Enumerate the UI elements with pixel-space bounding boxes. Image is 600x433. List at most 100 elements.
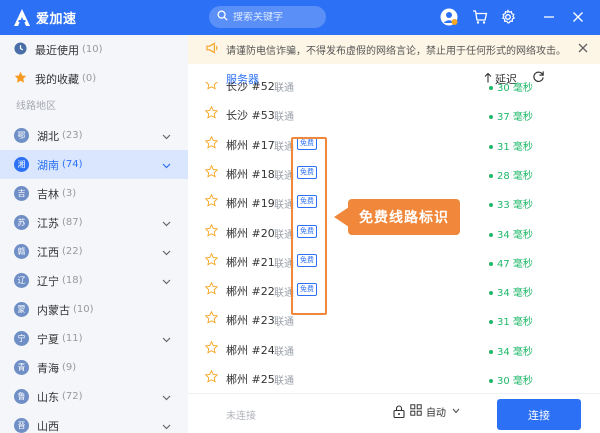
sidebar-item-province[interactable]: 鄂湖北 (23): [0, 121, 188, 150]
sidebar-item-province[interactable]: 宁宁夏 (11): [0, 324, 188, 353]
settings-gear-icon[interactable]: [499, 8, 517, 26]
chevron-down-icon[interactable]: [162, 130, 171, 140]
latency-value: 31 毫秒: [497, 141, 533, 153]
favorite-star-icon[interactable]: [204, 105, 219, 122]
sidebar-item-count: (87): [62, 217, 83, 228]
sidebar-item-province[interactable]: 湘湖南 (74): [0, 150, 188, 179]
server-latency: 34 毫秒: [489, 284, 533, 299]
favorite-star-icon[interactable]: [204, 340, 219, 357]
search-input[interactable]: [233, 11, 321, 23]
latency-dot-icon: [489, 320, 493, 325]
title-bar: 爱加速: [0, 0, 600, 35]
chevron-down-icon[interactable]: [162, 391, 171, 401]
connect-button[interactable]: 连接: [497, 399, 581, 430]
server-name: 长沙 #52: [226, 82, 275, 93]
chevron-down-icon: [452, 406, 460, 417]
favorite-star-icon[interactable]: [204, 193, 219, 210]
close-notice-icon[interactable]: [578, 43, 588, 56]
sidebar-item-province[interactable]: 赣江西 (22): [0, 237, 188, 266]
server-name: 郴州 #22: [226, 285, 275, 299]
chevron-down-icon[interactable]: [162, 246, 171, 256]
sidebar-item-count: (18): [62, 275, 83, 286]
server-row[interactable]: 郴州 #21 联通 免费 47 毫秒: [188, 246, 600, 275]
avatar-icon[interactable]: [440, 8, 458, 26]
latency-value: 47 毫秒: [497, 258, 533, 270]
server-latency: 28 毫秒: [489, 167, 533, 182]
chevron-down-icon[interactable]: [162, 420, 171, 430]
sidebar-item-recent[interactable]: 最近使用 (10): [0, 35, 188, 64]
mode-label: 自动: [426, 408, 446, 419]
chevron-down-icon[interactable]: [162, 333, 171, 343]
sidebar-item-label: 江西: [37, 245, 59, 259]
server-latency: 33 毫秒: [489, 196, 533, 211]
favorite-star-icon[interactable]: [205, 82, 218, 93]
favorite-star-icon[interactable]: [204, 223, 219, 240]
province-list: 鄂湖北 (23) 湘湖南 (74) 吉吉林 (3) 苏江苏 (87) 赣江西 (22) 辽辽宁 (18…: [0, 121, 188, 433]
latency-value: 31 毫秒: [497, 317, 533, 329]
sidebar-item-favorites[interactable]: 我的收藏 (0): [0, 64, 188, 93]
favorite-star-icon[interactable]: [204, 252, 219, 269]
sidebar-item-label: 吉林: [37, 187, 59, 201]
minimize-icon[interactable]: [540, 8, 558, 26]
sidebar-item-label: 湖北: [37, 129, 59, 143]
server-row[interactable]: 郴州 #18 联通 免费 28 毫秒: [188, 158, 600, 187]
sidebar-item-province[interactable]: 辽辽宁 (18): [0, 266, 188, 295]
server-row[interactable]: 长沙 #53 联通 37 毫秒: [188, 99, 600, 128]
sidebar-item-province[interactable]: 吉吉林 (3): [0, 179, 188, 208]
sidebar-item-province[interactable]: 晋山西: [0, 411, 188, 433]
sidebar: 最近使用 (10) 我的收藏 (0) 线路地区 鄂湖北 (23) 湘湖南 (74) 吉吉…: [0, 35, 188, 433]
sidebar-item-province[interactable]: 鲁山东 (72): [0, 382, 188, 411]
server-name: 郴州 #17: [226, 138, 275, 152]
server-row[interactable]: 郴州 #22 联通 免费 34 毫秒: [188, 275, 600, 304]
free-line-callout: 免费线路标识: [348, 199, 460, 235]
server-latency: 47 毫秒: [489, 255, 533, 270]
server-row[interactable]: 郴州 #23 联通 31 毫秒: [188, 304, 600, 333]
chevron-down-icon[interactable]: [162, 217, 171, 227]
routing-icon: [410, 404, 422, 419]
mode-selector[interactable]: 自动: [410, 404, 460, 419]
province-badge-icon: 鲁: [14, 389, 29, 404]
server-row[interactable]: 长沙 #52 联通 30 毫秒: [188, 82, 600, 99]
server-row[interactable]: 郴州 #25 联通 30 毫秒: [188, 363, 600, 392]
app-logo: 爱加速: [12, 8, 77, 28]
favorite-star-icon[interactable]: [204, 164, 219, 181]
sidebar-item-label: 湖南: [37, 158, 59, 172]
sidebar-item-label: 最近使用: [35, 43, 79, 57]
logo-icon: [12, 8, 32, 28]
sidebar-item-province[interactable]: 青青海 (9): [0, 353, 188, 382]
latency-value: 37 毫秒: [497, 112, 533, 124]
latency-value: 30 毫秒: [497, 83, 533, 94]
favorite-star-icon[interactable]: [204, 369, 219, 386]
notice-text: 请谨防电信诈骗，不得发布虚假的网络言论，禁止用于任何形式的网络攻击。: [226, 46, 566, 57]
server-isp: 联通: [274, 83, 294, 94]
latency-dot-icon: [489, 86, 493, 90]
chevron-down-icon[interactable]: [162, 159, 171, 169]
sidebar-item-province[interactable]: 苏江苏 (87): [0, 208, 188, 237]
search-box[interactable]: [209, 6, 326, 28]
favorite-star-icon[interactable]: [204, 311, 219, 327]
sidebar-item-label: 辽宁: [37, 274, 59, 288]
server-row[interactable]: 郴州 #24 联通 34 毫秒: [188, 334, 600, 363]
sidebar-item-label: 青海: [37, 361, 59, 375]
chevron-down-icon[interactable]: [162, 275, 171, 285]
province-badge-icon: 苏: [14, 215, 29, 230]
server-name: 长沙 #53: [226, 109, 275, 123]
close-window-icon[interactable]: [569, 8, 587, 26]
sidebar-item-province[interactable]: 蒙内蒙古 (10): [0, 295, 188, 324]
server-row[interactable]: 郴州 #17 联通 免费 31 毫秒: [188, 129, 600, 158]
province-badge-icon: 鄂: [14, 128, 29, 143]
sidebar-item-label: 内蒙古: [37, 303, 70, 317]
server-name: 郴州 #18: [226, 167, 275, 181]
province-badge-icon: 蒙: [14, 302, 29, 317]
lock-icon[interactable]: [393, 405, 405, 421]
server-isp: 联通: [274, 112, 294, 124]
server-name: 郴州 #21: [226, 255, 275, 269]
app-title: 爱加速: [36, 12, 77, 27]
server-isp: 联通: [274, 376, 294, 387]
sidebar-item-count: (22): [62, 246, 83, 257]
favorite-star-icon[interactable]: [204, 135, 219, 152]
cart-icon[interactable]: [471, 8, 489, 26]
favorite-star-icon[interactable]: [204, 281, 219, 298]
section-title-regions: 线路地区: [16, 101, 56, 112]
latency-dot-icon: [489, 291, 493, 296]
